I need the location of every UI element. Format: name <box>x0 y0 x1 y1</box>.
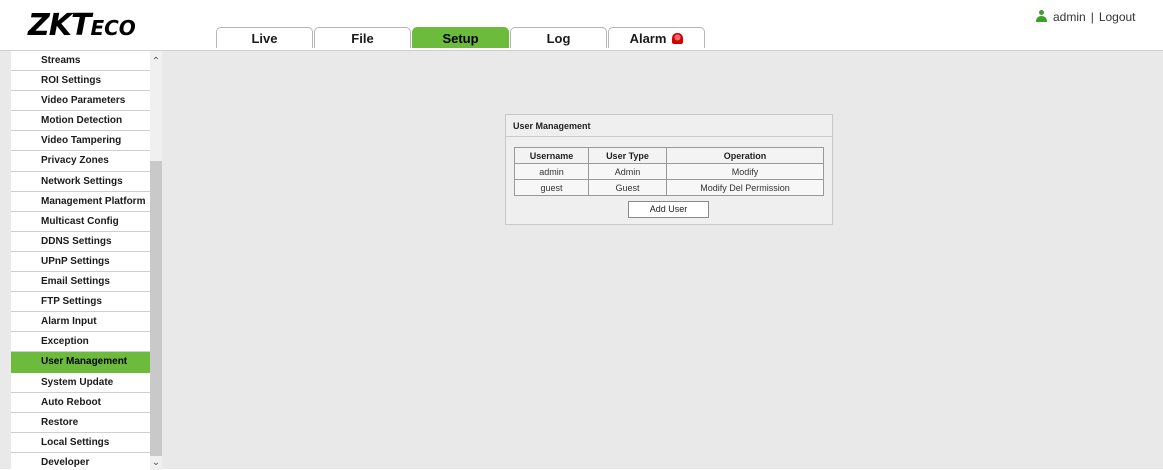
logout-link[interactable]: Logout <box>1099 10 1136 24</box>
sidebar-item-local-settings[interactable]: Local Settings <box>11 432 150 453</box>
scroll-up-icon[interactable]: ⌃ <box>150 55 162 69</box>
setup-sidebar: Streams ROI Settings Video Parameters Mo… <box>11 51 150 470</box>
top-header: ZKTECO Live File Setup Log Alarm admin | L… <box>0 0 1163 50</box>
sidebar-item-video-parameters[interactable]: Video Parameters <box>11 91 150 112</box>
operation-cell[interactable]: Modify Del Permission <box>666 179 824 196</box>
column-header-username: Username <box>514 147 589 164</box>
sidebar-item-motion-detection[interactable]: Motion Detection <box>11 111 150 132</box>
main-tabs: Live File Setup Log Alarm <box>216 27 706 48</box>
tab-alarm[interactable]: Alarm <box>608 27 705 48</box>
sidebar-item-video-tampering[interactable]: Video Tampering <box>11 131 150 152</box>
table-row: guest Guest Modify Del Permission <box>514 179 824 196</box>
sidebar-item-management-platform[interactable]: Management Platform <box>11 191 150 212</box>
sidebar-item-system-update[interactable]: System Update <box>11 372 150 393</box>
panel-title: User Management <box>506 115 832 137</box>
sidebar-item-alarm-input[interactable]: Alarm Input <box>11 312 150 333</box>
user-icon <box>1036 10 1047 22</box>
tab-setup[interactable]: Setup <box>412 27 509 48</box>
tab-live[interactable]: Live <box>216 27 313 48</box>
sidebar-item-auto-reboot[interactable]: Auto Reboot <box>11 392 150 413</box>
column-header-operation: Operation <box>666 147 824 164</box>
table-row: admin Admin Modify <box>514 163 824 180</box>
sidebar-item-ddns-settings[interactable]: DDNS Settings <box>11 231 150 252</box>
user-type-cell: Guest <box>588 179 667 196</box>
user-area: admin | Logout <box>1036 10 1136 24</box>
alarm-icon <box>672 33 684 44</box>
tab-file[interactable]: File <box>314 27 411 48</box>
table-header-row: Username User Type Operation <box>514 147 824 164</box>
operation-cell[interactable]: Modify <box>666 163 824 180</box>
sidebar-item-ftp-settings[interactable]: FTP Settings <box>11 292 150 313</box>
username-cell: guest <box>514 179 589 196</box>
sidebar-item-email-settings[interactable]: Email Settings <box>11 272 150 293</box>
sidebar-item-exception[interactable]: Exception <box>11 332 150 353</box>
zkteco-logo: ZKTECO <box>28 8 136 43</box>
sidebar-item-upnp-settings[interactable]: UPnP Settings <box>11 251 150 273</box>
users-table: Username User Type Operation admin Admin… <box>514 147 824 196</box>
scroll-thumb[interactable] <box>150 161 162 456</box>
scroll-down-icon[interactable]: ⌄ <box>150 456 162 470</box>
sidebar-item-multicast-config[interactable]: Multicast Config <box>11 211 150 232</box>
column-header-user-type: User Type <box>588 147 667 164</box>
user-management-panel: User Management Username User Type Opera… <box>505 114 833 225</box>
user-separator: | <box>1090 10 1094 24</box>
main-area: Streams ROI Settings Video Parameters Mo… <box>0 50 1163 470</box>
username-label: admin <box>1053 10 1086 24</box>
sidebar-item-network-settings[interactable]: Network Settings <box>11 171 150 192</box>
sidebar-item-streams[interactable]: Streams <box>11 51 150 72</box>
sidebar-item-developer[interactable]: Developer <box>11 452 150 470</box>
tab-log[interactable]: Log <box>510 27 607 48</box>
sidebar-item-restore[interactable]: Restore <box>11 412 150 433</box>
sidebar-item-roi-settings[interactable]: ROI Settings <box>11 71 150 92</box>
sidebar-item-user-management[interactable]: User Management <box>11 352 150 373</box>
sidebar-scrollbar[interactable]: ⌃ ⌄ <box>150 51 162 470</box>
sidebar-item-privacy-zones[interactable]: Privacy Zones <box>11 151 150 172</box>
username-cell: admin <box>514 163 589 180</box>
add-user-button[interactable]: Add User <box>628 201 709 218</box>
user-type-cell: Admin <box>588 163 667 180</box>
